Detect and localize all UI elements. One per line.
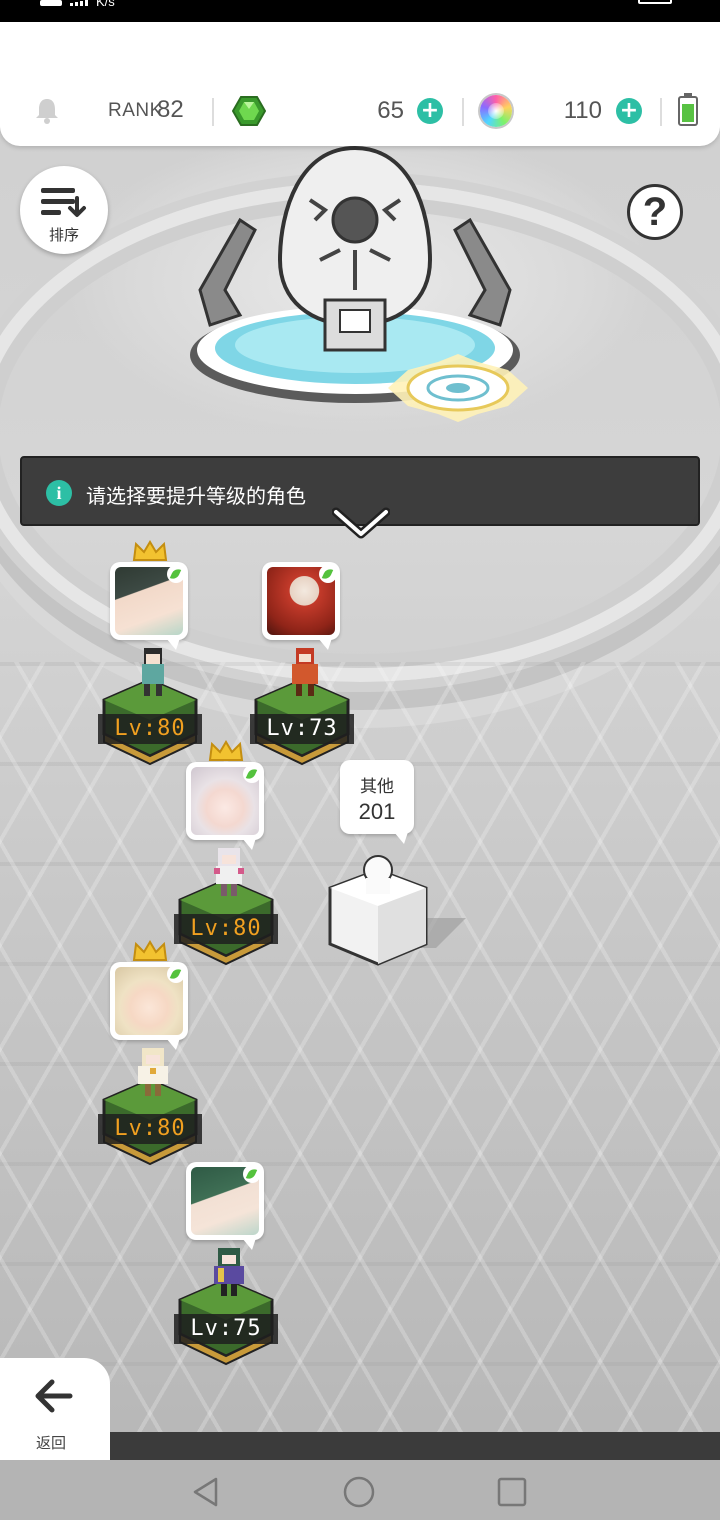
sort-button[interactable]: 排序: [20, 166, 108, 254]
notification-icon: [40, 0, 62, 6]
sort-label: 排序: [48, 226, 79, 244]
character-card[interactable]: Lv:80: [98, 540, 208, 770]
leaf-icon: [167, 565, 185, 583]
network-speed: K/s: [96, 0, 115, 9]
level-label: Lv:75: [174, 1314, 278, 1344]
character-portrait: [110, 562, 188, 650]
banner-text: 请选择要提升等级的角色: [86, 484, 306, 508]
info-icon: i: [46, 480, 72, 506]
leaf-icon: [243, 1165, 261, 1183]
character-card[interactable]: Lv:73: [250, 540, 360, 770]
resource-bar: RANK 82 65 + 110 +: [0, 22, 720, 146]
back-label: 返回: [36, 1434, 67, 1452]
character-sprite: [138, 1048, 168, 1096]
navigation-bar: [0, 1460, 720, 1520]
leaf-icon: [167, 965, 185, 983]
gem-icon: [232, 96, 266, 126]
character-sprite: [292, 648, 318, 696]
nav-home-icon[interactable]: [343, 1476, 375, 1508]
signal-icon: [70, 0, 88, 6]
character-sprite: [214, 1248, 244, 1296]
help-button[interactable]: ?: [627, 184, 683, 240]
character-portrait: [186, 1162, 264, 1250]
divider: [212, 98, 214, 126]
nav-recents-icon[interactable]: [496, 1476, 528, 1508]
others-count: 201: [358, 799, 396, 824]
character-card[interactable]: Lv:75: [174, 1140, 284, 1370]
back-button[interactable]: 返回: [0, 1358, 110, 1460]
leaf-icon: [243, 765, 261, 783]
character-sprite: [142, 648, 164, 696]
gem-count: 65: [377, 97, 404, 124]
character-sprite: [214, 848, 244, 896]
status-battery-icon: [638, 0, 672, 4]
rank-label: RANK: [108, 100, 163, 121]
character-card[interactable]: Lv:80: [174, 740, 284, 970]
battery-icon: [678, 93, 698, 126]
character-portrait: [186, 762, 264, 850]
leaf-icon: [319, 565, 337, 583]
nav-back-icon[interactable]: [190, 1476, 222, 1508]
orb-count: 110: [563, 97, 602, 124]
bottom-strip: [110, 1432, 720, 1460]
divider: [462, 98, 464, 126]
egg-machine-image: [190, 145, 528, 422]
bell-icon[interactable]: [34, 96, 60, 124]
status-bar: K/s: [0, 0, 720, 22]
others-label: 其他: [360, 777, 394, 797]
others-pedestal[interactable]: [326, 848, 466, 970]
sort-icon: [41, 188, 86, 217]
character-portrait: [262, 562, 340, 650]
crown-icon: [208, 740, 244, 761]
divider: [660, 98, 662, 126]
character-portrait: [110, 962, 188, 1050]
add-gems-button[interactable]: +: [417, 98, 443, 124]
crown-icon: [132, 940, 168, 961]
character-card[interactable]: Lv:80: [98, 940, 208, 1170]
orb-icon: [480, 95, 512, 127]
rank-value: 82: [157, 96, 184, 123]
add-orbs-button[interactable]: +: [616, 98, 642, 124]
others-bubble[interactable]: 其他 201: [340, 760, 414, 844]
crown-icon: [132, 540, 168, 561]
chevron-down-icon[interactable]: [332, 506, 390, 540]
arrow-left-icon: [35, 1379, 73, 1413]
